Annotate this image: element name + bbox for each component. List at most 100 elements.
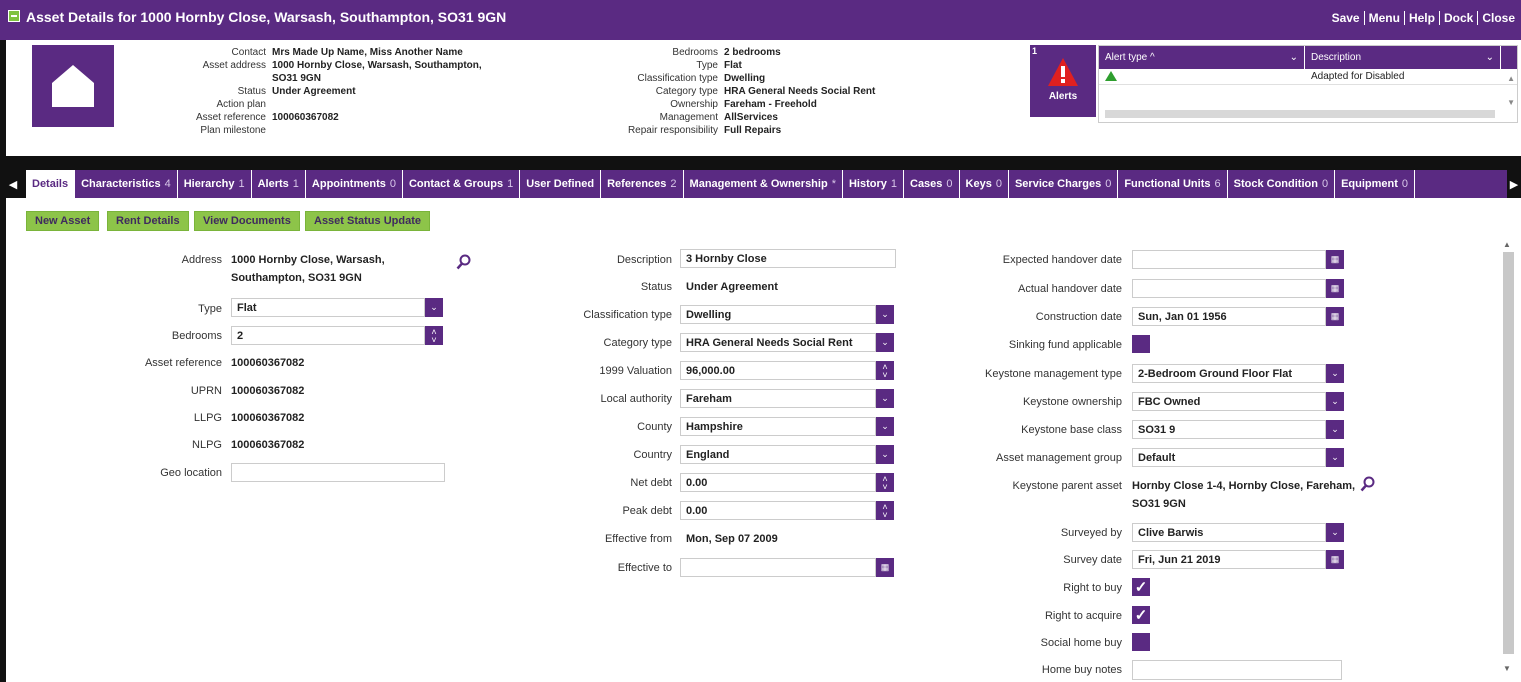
local-authority-select[interactable]: Fareham (680, 389, 876, 408)
view-documents-button[interactable]: View Documents (194, 211, 300, 231)
social-home-buy-checkbox[interactable] (1132, 633, 1150, 651)
vertical-scrollbar[interactable]: ▲ ▼ (1500, 238, 1518, 678)
tab-hierarchy[interactable]: Hierarchy 1 (178, 170, 252, 198)
country-label: Country (633, 449, 672, 461)
tab-stock-condition[interactable]: Stock Condition 0 (1228, 170, 1336, 198)
stepper-icon[interactable]: ˄ ˅ (876, 361, 894, 380)
asset-management-group-select[interactable]: Default (1132, 448, 1326, 467)
peak-debt-label: Peak debt (622, 505, 672, 517)
help-link[interactable]: Help (1403, 11, 1439, 25)
stepper-icon[interactable]: ˄ ˅ (425, 326, 443, 345)
geo-location-input[interactable] (231, 463, 445, 482)
tab-user-defined[interactable]: User Defined (520, 170, 602, 198)
net-debt-input[interactable]: 0.00 (680, 473, 876, 492)
description-input[interactable]: 3 Hornby Close (680, 249, 896, 268)
alert-row[interactable]: Adapted for Disabled (1099, 69, 1517, 85)
collapse-icon[interactable] (8, 10, 20, 22)
tab-history[interactable]: History 1 (843, 170, 904, 198)
chevron-down-icon[interactable]: ⌄ (876, 305, 894, 324)
scroll-up-icon[interactable]: ▲ (1507, 74, 1515, 83)
actual-handover-input[interactable] (1132, 279, 1326, 298)
country-select[interactable]: England (680, 445, 876, 464)
category-type-select[interactable]: HRA General Needs Social Rent (680, 333, 876, 352)
keystone-base-class-select[interactable]: SO31 9 (1132, 420, 1326, 439)
right-to-acquire-checkbox[interactable]: ✓ (1132, 606, 1150, 624)
tab-scroll-left-icon[interactable]: ◀ (0, 170, 26, 198)
stepper-icon[interactable]: ˄ ˅ (876, 473, 894, 492)
stepper-icon[interactable]: ˄ ˅ (876, 501, 894, 520)
tab-details[interactable]: Details (26, 170, 76, 198)
chevron-down-icon[interactable]: ⌄ (1326, 420, 1344, 439)
calendar-icon[interactable]: ▦ (1326, 550, 1344, 569)
chevron-down-icon[interactable]: ⌄ (876, 333, 894, 352)
tab-keys[interactable]: Keys 0 (960, 170, 1009, 198)
tab-bar: ◀ Details Characteristics 4 Hierarchy 1 Al… (0, 170, 1521, 198)
expected-handover-label: Expected handover date (1002, 254, 1122, 266)
scrollbar-thumb[interactable] (1503, 252, 1514, 654)
chevron-down-icon[interactable]: ⌄ (876, 389, 894, 408)
new-asset-button[interactable]: New Asset (26, 211, 100, 231)
keystone-ownership-select[interactable]: FBC Owned (1132, 392, 1326, 411)
chevron-down-icon[interactable]: ⌄ (1290, 52, 1298, 63)
chevron-down-icon[interactable]: ⌄ (425, 298, 443, 317)
asset-status-update-button[interactable]: Asset Status Update (305, 211, 430, 231)
alerts-count: 1 (1032, 46, 1038, 56)
calendar-icon[interactable]: ▦ (1326, 307, 1344, 326)
column-header-alert-type[interactable]: Alert type ^ ⌄ (1099, 46, 1305, 69)
calendar-icon[interactable]: ▦ (1326, 250, 1344, 269)
keystone-management-type-select[interactable]: 2-Bedroom Ground Floor Flat (1132, 364, 1326, 383)
chevron-down-icon[interactable]: ⌄ (876, 417, 894, 436)
bedrooms-stepper[interactable]: 2 (231, 326, 425, 345)
menu-link[interactable]: Menu (1363, 11, 1404, 25)
sinking-fund-checkbox[interactable] (1132, 335, 1150, 353)
tab-functional-units[interactable]: Functional Units 6 (1118, 170, 1228, 198)
chevron-down-icon[interactable]: ⌄ (1326, 392, 1344, 411)
scroll-down-icon[interactable]: ▼ (1503, 664, 1511, 673)
surveyed-by-select[interactable]: Clive Barwis (1132, 523, 1326, 542)
calendar-icon[interactable]: ▦ (876, 558, 894, 577)
tab-service-charges[interactable]: Service Charges 0 (1009, 170, 1119, 198)
save-link[interactable]: Save (1328, 11, 1364, 25)
construction-date-input[interactable]: Sun, Jan 01 1956 (1132, 307, 1326, 326)
search-icon[interactable] (1360, 476, 1376, 492)
chevron-down-icon[interactable]: ⌄ (1326, 364, 1344, 383)
home-buy-notes-input[interactable] (1132, 660, 1342, 680)
alerts-label: Alerts (1048, 91, 1078, 102)
dock-link[interactable]: Dock (1438, 11, 1477, 25)
type-select[interactable]: Flat (231, 298, 425, 317)
alerts-button[interactable]: 1 Alerts (1030, 45, 1096, 117)
classification-type-select[interactable]: Dwelling (680, 305, 876, 324)
tab-management-ownership[interactable]: Management & Ownership * (684, 170, 843, 198)
tab-contact-groups[interactable]: Contact & Groups 1 (403, 170, 521, 198)
calendar-icon[interactable]: ▦ (1326, 279, 1344, 298)
effective-to-input[interactable] (680, 558, 876, 577)
tab-characteristics[interactable]: Characteristics 4 (75, 170, 178, 198)
chevron-down-icon[interactable]: ⌄ (1326, 448, 1344, 467)
rent-details-button[interactable]: Rent Details (107, 211, 189, 231)
valuation-input[interactable]: 96,000.00 (680, 361, 876, 380)
scroll-up-icon[interactable]: ▲ (1503, 240, 1511, 249)
survey-date-input[interactable]: Fri, Jun 21 2019 (1132, 550, 1326, 569)
chevron-down-icon[interactable]: ⌄ (1326, 523, 1344, 542)
search-icon[interactable] (456, 254, 472, 270)
bedrooms-label: Bedrooms (171, 330, 222, 342)
close-link[interactable]: Close (1477, 11, 1519, 25)
checkmark-icon: ✓ (1134, 607, 1148, 624)
tab-cases[interactable]: Cases 0 (904, 170, 960, 198)
column-header-description[interactable]: Description ⌄ (1305, 46, 1501, 69)
right-to-buy-checkbox[interactable]: ✓ (1132, 578, 1150, 596)
scroll-down-icon[interactable]: ▼ (1507, 98, 1515, 107)
keystone-ownership-label: Keystone ownership (1022, 396, 1122, 408)
tab-equipment[interactable]: Equipment 0 (1335, 170, 1416, 198)
tab-appointments[interactable]: Appointments 0 (306, 170, 403, 198)
peak-debt-input[interactable]: 0.00 (680, 501, 876, 520)
expected-handover-input[interactable] (1132, 250, 1326, 269)
chevron-down-icon[interactable]: ⌄ (1486, 52, 1494, 63)
horizontal-scrollbar[interactable] (1105, 110, 1495, 118)
tab-references[interactable]: References 2 (601, 170, 684, 198)
tab-alerts[interactable]: Alerts 1 (252, 170, 306, 198)
county-select[interactable]: Hampshire (680, 417, 876, 436)
warning-icon (1048, 58, 1078, 86)
chevron-down-icon[interactable]: ⌄ (876, 445, 894, 464)
tab-scroll-right-icon[interactable]: ▶ (1507, 170, 1521, 198)
